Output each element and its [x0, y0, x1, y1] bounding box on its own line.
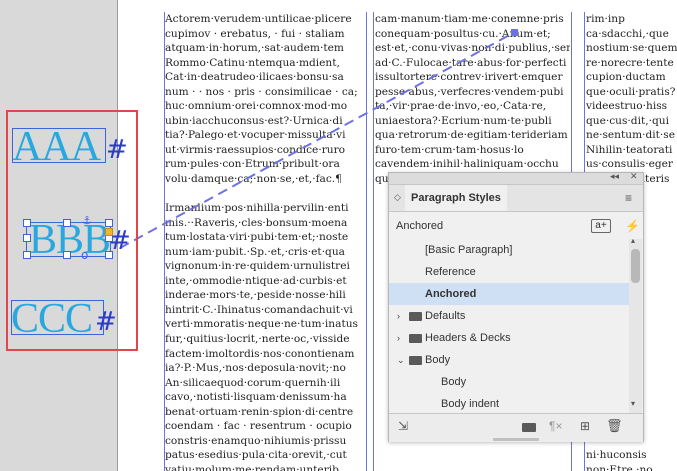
resize-handle[interactable]	[63, 219, 71, 227]
resize-handle[interactable]	[23, 219, 31, 227]
scroll-thumb[interactable]	[631, 249, 640, 283]
style-row[interactable]: Body	[389, 371, 629, 393]
new-group-icon[interactable]	[522, 423, 536, 432]
expand-right-icon[interactable]: ›	[397, 327, 400, 349]
style-label: Reference	[425, 266, 476, 278]
create-style-icon[interactable]: a+	[591, 219, 611, 233]
style-label: Defaults	[425, 310, 466, 322]
folder-icon	[409, 334, 422, 343]
anchored-item-ccc[interactable]: CCC #	[11, 298, 117, 340]
paragraph-styles-panel: ◂◂ ✕ ◇ Paragraph Styles ≡ Anchored a+ ⚡ …	[388, 171, 644, 442]
style-group-row[interactable]: › Defaults	[389, 305, 629, 327]
anchor-marker: #	[95, 307, 117, 337]
style-label: Headers & Decks	[425, 332, 511, 344]
scroll-down-icon[interactable]: ▾	[631, 399, 635, 408]
resize-grip[interactable]	[493, 438, 539, 441]
folder-icon	[409, 356, 422, 365]
panel-topbar[interactable]: ◂◂ ✕	[389, 171, 643, 185]
expand-down-icon[interactable]: ⌄	[397, 349, 405, 371]
resize-handle[interactable]	[23, 234, 31, 242]
scroll-up-icon[interactable]: ▴	[631, 236, 635, 245]
panel-menu-icon[interactable]: ≡	[625, 191, 632, 205]
close-icon[interactable]: ✕	[630, 171, 638, 182]
collapse-icon[interactable]: ◂◂	[610, 171, 619, 182]
style-row[interactable]: [Basic Paragraph]	[389, 239, 629, 261]
expand-right-icon[interactable]: ›	[397, 305, 400, 327]
style-label: Body	[441, 376, 467, 388]
anchored-item-bbb[interactable]: BBB # ⚓ o	[23, 214, 131, 262]
style-row[interactable]: Reference	[389, 261, 629, 283]
resize-handle[interactable]	[63, 251, 71, 259]
style-label: Body	[425, 354, 451, 366]
current-style-name: Anchored	[396, 220, 444, 232]
anchored-item-aaa[interactable]: AAA #	[12, 126, 128, 168]
style-label: [Basic Paragraph]	[425, 244, 513, 256]
current-style-row: Anchored a+ ⚡	[389, 213, 643, 239]
style-list: [Basic Paragraph] Reference Anchored › Defau…	[389, 239, 629, 413]
style-label: Anchored	[425, 288, 477, 300]
frame-outline	[11, 300, 104, 335]
anchor-marker: #	[109, 226, 131, 256]
new-style-icon[interactable]: ⊞	[580, 419, 590, 433]
folder-icon	[409, 312, 422, 321]
anchor-icon: ⚓	[82, 214, 92, 227]
panel-tab-row: ◇ Paragraph Styles ≡	[389, 185, 643, 212]
tab-toggle-icon[interactable]: ◇	[394, 192, 401, 203]
anchor-marker: #	[106, 135, 128, 165]
resize-handle[interactable]	[23, 251, 31, 259]
scrollbar[interactable]: ▴ ▾	[629, 236, 642, 413]
frame-outline	[12, 128, 106, 163]
load-styles-icon[interactable]: ⇲	[398, 419, 408, 433]
clear-overrides-icon[interactable]: ¶×	[549, 419, 562, 433]
style-row[interactable]: Anchored	[389, 283, 629, 305]
overset-link-icon: o	[81, 248, 89, 262]
style-group-row[interactable]: › Headers & Decks	[389, 327, 629, 349]
style-group-row[interactable]: ⌄ Body	[389, 349, 629, 371]
trash-icon[interactable]: 🗑	[606, 418, 623, 434]
style-row[interactable]: Body indent	[389, 393, 629, 413]
panel-title[interactable]: Paragraph Styles	[405, 185, 507, 211]
style-label: Body indent	[441, 398, 500, 410]
